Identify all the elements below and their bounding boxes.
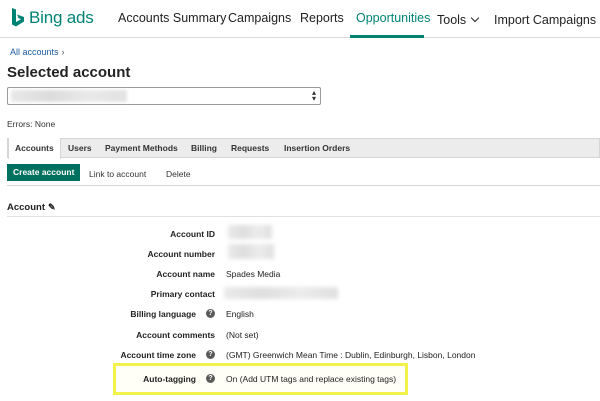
bing-ads-logo[interactable]: Bing ads: [11, 7, 94, 29]
tab-payment-methods[interactable]: Payment Methods: [105, 139, 178, 158]
delete-button[interactable]: Delete: [166, 169, 191, 179]
brand-name: Bing ads: [29, 8, 94, 27]
breadcrumb: All accounts ›: [10, 47, 65, 57]
nav-campaigns[interactable]: Campaigns: [228, 11, 291, 25]
select-arrows-icon: ▴ ▾: [311, 88, 316, 103]
tab-requests[interactable]: Requests: [231, 139, 269, 158]
account-id-label: Account ID: [170, 229, 215, 239]
top-navigation: Bing ads Accounts Summary Campaigns Repo…: [0, 0, 600, 38]
tab-accounts[interactable]: Accounts: [8, 138, 61, 159]
account-comments-value: (Not set): [226, 330, 259, 340]
tab-insertion-orders[interactable]: Insertion Orders: [284, 139, 350, 158]
auto-tagging-label: Auto-tagging: [143, 374, 196, 384]
billing-language-label: Billing language: [130, 309, 196, 319]
breadcrumb-all-accounts[interactable]: All accounts: [10, 47, 59, 57]
nav-import-campaigns[interactable]: Import Campaigns: [494, 13, 596, 27]
redacted-primary-contact: [224, 287, 338, 299]
redacted-account-number: [228, 244, 274, 259]
errors-status: Errors: None: [7, 119, 56, 129]
primary-contact-label: Primary contact: [150, 289, 215, 299]
nav-tools-menu[interactable]: Tools: [437, 11, 480, 29]
account-number-label: Account number: [147, 249, 215, 259]
account-name-label: Account name: [156, 269, 215, 279]
nav-import-campaigns-menu[interactable]: Import Campaigns: [494, 11, 600, 29]
help-icon[interactable]: ?: [206, 350, 215, 359]
nav-reports[interactable]: Reports: [300, 11, 344, 25]
active-nav-indicator: [350, 35, 424, 38]
link-to-account-button[interactable]: Link to account: [89, 169, 146, 179]
section-title-text: Account: [7, 202, 45, 213]
billing-language-value: English: [226, 309, 254, 319]
breadcrumb-separator: ›: [61, 47, 65, 57]
page-title: Selected account: [7, 64, 131, 81]
chevron-down-icon: [470, 13, 480, 23]
redacted-account-id: [228, 225, 272, 239]
account-time-zone-value: (GMT) Greenwich Mean Time : Dublin, Edin…: [226, 350, 476, 360]
create-account-button[interactable]: Create account: [7, 164, 81, 181]
redacted-account-name: [11, 90, 127, 102]
account-tabs: Accounts Users Payment Methods Billing R…: [7, 138, 600, 159]
account-comments-label: Account comments: [136, 330, 215, 340]
account-name-value: Spades Media: [226, 269, 281, 279]
nav-accounts-summary[interactable]: Accounts Summary: [118, 11, 226, 25]
section-divider: [7, 216, 600, 217]
tab-users[interactable]: Users: [68, 139, 92, 158]
help-icon[interactable]: ?: [206, 309, 215, 318]
edit-pencil-icon[interactable]: ✎: [48, 202, 56, 213]
account-time-zone-label: Account time zone: [120, 350, 196, 360]
action-bar: Create account Link to account Delete: [7, 158, 600, 186]
help-icon[interactable]: ?: [206, 374, 215, 383]
nav-opportunities[interactable]: Opportunities: [356, 11, 430, 25]
tab-billing[interactable]: Billing: [191, 139, 217, 158]
nav-tools[interactable]: Tools: [437, 13, 466, 27]
account-select[interactable]: ▴ ▾: [7, 87, 321, 105]
bing-logo-icon: [12, 8, 24, 27]
auto-tagging-value: On (Add UTM tags and replace existing ta…: [226, 374, 397, 384]
account-section-title: Account ✎: [7, 202, 56, 213]
